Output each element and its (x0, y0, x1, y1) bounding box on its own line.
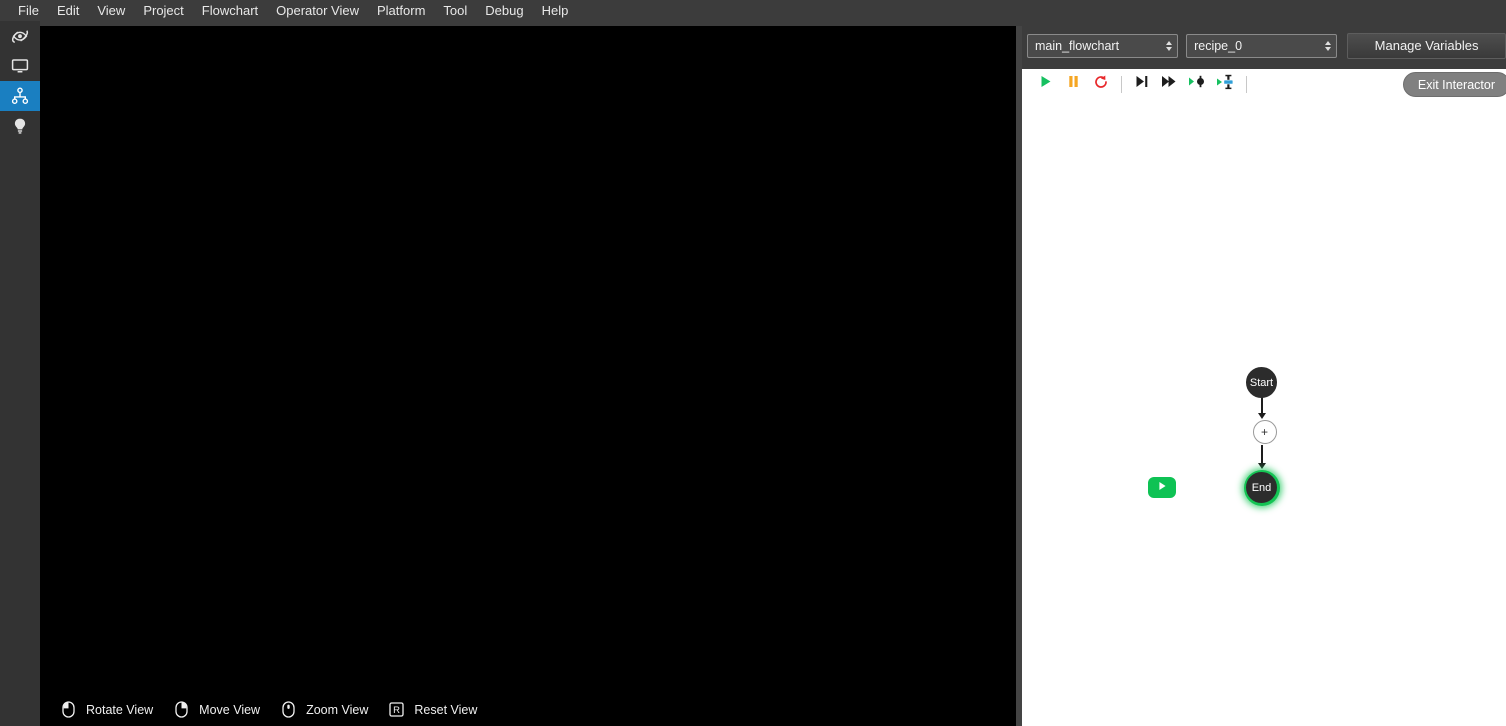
pause-button[interactable] (1059, 71, 1087, 97)
hint-rotate-view-label: Rotate View (86, 702, 154, 717)
flowchart-node-insert[interactable]: + (1252, 420, 1277, 444)
hint-zoom-view: Zoom View (278, 701, 368, 718)
lightbulb-icon (10, 116, 30, 136)
hint-reset-view-label: Reset View (414, 702, 478, 717)
step-all-button[interactable] (1156, 71, 1184, 97)
sidebar-item-flowchart[interactable] (0, 81, 40, 111)
flowchart-select[interactable]: main_flowchart (1027, 33, 1179, 58)
mouse-wheel-icon (278, 701, 298, 718)
toolbar-separator (1246, 75, 1247, 93)
hint-move-view-label: Move View (199, 702, 261, 717)
mouse-left-button-icon (58, 701, 78, 718)
pause-icon (1066, 74, 1081, 94)
flowchart-node-start-label: Start (1249, 376, 1274, 389)
menu-flowchart[interactable]: Flowchart (193, 1, 267, 20)
sidebar-item-display[interactable] (0, 51, 40, 81)
viewport-hint-bar: Rotate View Move View Zoom View R Reset … (58, 701, 495, 718)
monitor-icon (10, 56, 30, 76)
3d-viewport[interactable]: Rotate View Move View Zoom View R Reset … (40, 26, 1016, 726)
chevron-updown-icon (1325, 40, 1332, 51)
hint-zoom-view-label: Zoom View (306, 702, 369, 717)
step-over-button[interactable] (1128, 71, 1156, 97)
play-icon (1038, 74, 1053, 94)
flowchart-toolbar: Exit Interactor (1022, 69, 1506, 100)
edge-arrowhead (1257, 463, 1266, 469)
menu-debug[interactable]: Debug (476, 1, 532, 20)
left-icon-rail (0, 21, 40, 726)
sidebar-item-lighting[interactable] (0, 111, 40, 141)
menu-file[interactable]: File (9, 1, 48, 20)
reset-button[interactable] (1087, 71, 1115, 97)
mouse-right-button-icon (171, 701, 191, 718)
play-icon (1156, 479, 1168, 497)
menu-view[interactable]: View (88, 1, 134, 20)
fast-forward-icon (1161, 74, 1179, 94)
chevron-updown-icon (1166, 40, 1173, 51)
key-r-icon: R (386, 702, 406, 717)
menu-tool[interactable]: Tool (434, 1, 476, 20)
step-forward-icon (1134, 74, 1150, 94)
recipe-select-value: recipe_0 (1194, 38, 1243, 53)
plus-icon: + (1260, 425, 1268, 439)
run-to-block-icon (1216, 74, 1236, 95)
hierarchy-icon (10, 86, 30, 106)
orbit-view-icon (10, 26, 30, 46)
flowchart-node-end[interactable]: End (1246, 472, 1277, 503)
exit-interactor-button[interactable]: Exit Interactor (1402, 72, 1506, 97)
svg-text:R: R (393, 705, 400, 716)
menu-help[interactable]: Help (533, 1, 578, 20)
flowchart-panel: main_flowchart recipe_0 Manage Variables (1022, 21, 1506, 726)
application-window: File Edit View Project Flowchart Operato… (0, 0, 1506, 726)
run-to-node-button[interactable] (1184, 71, 1212, 97)
flowchart-select-value: main_flowchart (1035, 38, 1120, 53)
hint-reset-view: R Reset View (386, 702, 477, 717)
menu-project[interactable]: Project (134, 1, 192, 20)
edge-arrowhead (1257, 413, 1266, 419)
flowchart-node-start[interactable]: Start (1246, 367, 1277, 398)
menu-edit[interactable]: Edit (48, 1, 88, 20)
toolbar-separator (1121, 75, 1122, 93)
flowchart-canvas[interactable]: Start + End (1022, 100, 1506, 726)
hint-move-view: Move View (171, 701, 260, 718)
recipe-select[interactable]: recipe_0 (1186, 33, 1338, 58)
menu-platform[interactable]: Platform (368, 1, 434, 20)
run-button[interactable] (1031, 71, 1059, 97)
flowchart-node-end-label: End (1251, 481, 1272, 494)
run-to-node-icon (1188, 74, 1208, 94)
reload-icon (1093, 74, 1109, 95)
sidebar-item-orbit-view[interactable] (0, 21, 40, 51)
hint-rotate-view: Rotate View (58, 701, 153, 718)
flowchart-selector-bar: main_flowchart recipe_0 Manage Variables (1022, 31, 1506, 60)
menu-operator-view[interactable]: Operator View (267, 1, 368, 20)
run-to-block-button[interactable] (1212, 71, 1240, 97)
manage-variables-button[interactable]: Manage Variables (1347, 32, 1506, 59)
menu-bar: File Edit View Project Flowchart Operato… (0, 0, 1506, 21)
inline-run-chip[interactable] (1148, 477, 1176, 498)
